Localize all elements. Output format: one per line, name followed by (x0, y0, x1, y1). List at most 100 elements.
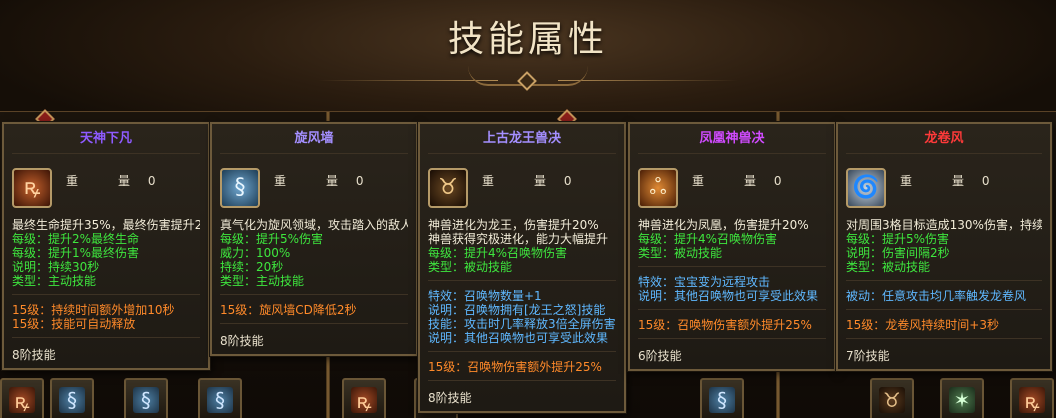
skill-tooltip-card: 龙卷风 🌀 重 量 0 对周围3格目标造成130%伤害，持续8秒 每级：提升5%… (836, 122, 1052, 371)
divider (220, 294, 408, 295)
skill-header: ♉ 重 量 0 (420, 154, 624, 216)
skill-lvl15: 15级：旋风墙CD降低2秒 (212, 301, 416, 317)
skill-name: 上古龙王兽决 (428, 124, 616, 154)
skill-weight: 重 量 0 (66, 174, 156, 188)
divider (12, 294, 200, 295)
dragon-king-icon: ♉ (879, 387, 905, 413)
skill-bonus: 15级：技能可自动释放 (12, 317, 136, 331)
skill-specials: 特效：召唤物数量+1 说明：召唤物拥有[龙王之怒]技能 技能：攻击时几率释放3倍… (420, 287, 624, 345)
divider (428, 280, 616, 281)
skill-slot[interactable]: § (50, 378, 94, 418)
divider (638, 309, 826, 310)
skill-effect: 神兽进化为凤凰，伤害提升20% (638, 218, 809, 232)
skill-effect: 真气化为旋风领域，攻击踏入的敌人 (220, 218, 408, 232)
skill-description: 对周围3格目标造成130%伤害，持续8秒 每级：提升5%伤害 说明：伤害间隔2秒… (838, 216, 1050, 274)
skill-name: 天神下凡 (12, 124, 200, 154)
skill-tier: 8阶技能 (220, 334, 264, 348)
skill-stat: 威力：100% (220, 246, 291, 260)
skill-special: 被动：任意攻击均几率触发龙卷风 (846, 289, 1027, 303)
skill-bonus: 15级：召唤物伤害额外提升25% (638, 318, 812, 332)
skill-bonus: 15级：持续时间额外增加10秒 (12, 303, 175, 317)
whirl-rune-icon: § (709, 387, 735, 413)
skill-lvl15: 15级：召唤物伤害额外提升25% (630, 316, 834, 332)
skill-slot[interactable]: § (198, 378, 242, 418)
skill-stat: 每级：提升5%伤害 (220, 232, 324, 246)
skill-stat: 每级：提升4%召唤物伤害 (638, 232, 778, 246)
divider (638, 266, 826, 267)
fire-rune-icon: ꝶ (12, 168, 52, 208)
skill-slot[interactable]: § (124, 378, 168, 418)
skill-header: ꝶ 重 量 0 (4, 154, 208, 216)
skill-weight: 重 量 0 (482, 174, 572, 188)
skill-stat: 每级：提升5%伤害 (846, 232, 950, 246)
title-ornament (318, 66, 738, 96)
skill-special: 说明：其他召唤物也可享受此效果 (638, 289, 819, 303)
skill-tooltip-card: 凤凰神兽决 ஃ 重 量 0 神兽进化为凤凰，伤害提升20% 每级：提升4%召唤物… (628, 122, 836, 371)
dragon-king-icon: ♉ (428, 168, 468, 208)
skill-stat: 说明：持续30秒 (12, 260, 100, 274)
fire-rune-icon: ꝶ (351, 387, 377, 413)
fire-rune-icon: ꝶ (9, 387, 35, 413)
divider (220, 323, 408, 324)
phoenix-icon: ஃ (638, 168, 678, 208)
skill-stat: 类型：被动技能 (638, 246, 723, 260)
skill-stat: 说明：伤害间隔2秒 (846, 246, 950, 260)
skill-slot[interactable]: ꝶ (0, 378, 44, 418)
skill-effect: 神兽进化为龙王，伤害提升20% (428, 218, 599, 232)
skill-lvl15: 15级：持续时间额外增加10秒 15级：技能可自动释放 (4, 301, 208, 331)
skill-special: 特效：召唤物数量+1 (428, 289, 542, 303)
skill-tooltip-card: 上古龙王兽决 ♉ 重 量 0 神兽进化为龙王，伤害提升20% 神兽获得究极进化，… (418, 122, 626, 413)
skill-stat: 类型：被动技能 (846, 260, 931, 274)
skill-name: 龙卷风 (846, 124, 1042, 154)
skill-tier: 7阶技能 (846, 349, 890, 363)
whirl-rune-icon: § (59, 387, 85, 413)
skill-slot[interactable]: ꝶ (342, 378, 386, 418)
skill-tier: 6阶技能 (638, 349, 682, 363)
skill-bonus: 15级：旋风墙CD降低2秒 (220, 303, 357, 317)
skill-tooltip-card: 天神下凡 ꝶ 重 量 0 最终生命提升35%，最终伤害提升25% 每级：提升2%… (2, 122, 210, 370)
skill-effect: 对周围3格目标造成130%伤害，持续8秒 (846, 218, 1042, 232)
skill-special: 说明：其他召唤物也可享受此效果 (428, 331, 609, 345)
skill-bonus: 15级：召唤物伤害额外提升25% (428, 360, 602, 374)
divider (638, 338, 826, 339)
skill-effect: 神兽获得究极进化，能力大幅提升 (428, 232, 609, 246)
tornado-icon: 🌀 (846, 168, 886, 208)
divider (428, 351, 616, 352)
skill-tooltip-card: 旋风墙 § 重 量 0 真气化为旋风领域，攻击踏入的敌人 每级：提升5%伤害 威… (210, 122, 418, 356)
skill-stat: 类型：主动技能 (12, 274, 97, 288)
skill-slot[interactable]: ♉ (870, 378, 914, 418)
skill-lvl15: 15级：召唤物伤害额外提升25% (420, 358, 624, 374)
skill-description: 最终生命提升35%，最终伤害提升25% 每级：提升2%最终生命 每级：提升1%最… (4, 216, 208, 288)
skill-slot[interactable]: ꝶ (1010, 378, 1054, 418)
skill-special: 特效：宝宝变为远程攻击 (638, 275, 771, 289)
skill-header: ஃ 重 量 0 (630, 154, 834, 216)
divider (846, 280, 1042, 281)
skill-name: 凤凰神兽决 (638, 124, 826, 154)
skill-specials: 特效：宝宝变为远程攻击 说明：其他召唤物也可享受此效果 (630, 273, 834, 303)
skill-effect: 最终生命提升35%，最终伤害提升25% (12, 218, 200, 232)
skill-special: 说明：召唤物拥有[龙王之怒]技能 (428, 303, 606, 317)
whirlwind-wall-icon: § (220, 168, 260, 208)
skill-stat: 类型：主动技能 (220, 274, 305, 288)
skill-slot[interactable]: § (700, 378, 744, 418)
skill-lvl15: 15级：龙卷风持续时间+3秒 (838, 316, 1050, 332)
skill-description: 神兽进化为凤凰，伤害提升20% 每级：提升4%召唤物伤害 类型：被动技能 (630, 216, 834, 260)
fire-rune-icon: ꝶ (1019, 387, 1045, 413)
divider (12, 337, 200, 338)
skill-header: 🌀 重 量 0 (838, 154, 1050, 216)
skill-stat: 类型：被动技能 (428, 260, 513, 274)
skill-stat: 持续：20秒 (220, 260, 284, 274)
page-title: 技能属性 (447, 19, 608, 60)
skill-slot[interactable]: ✶ (940, 378, 984, 418)
skill-tier: 8阶技能 (12, 348, 56, 362)
skill-weight: 重 量 0 (900, 174, 990, 188)
ornament-line-left (318, 80, 498, 81)
skill-bonus: 15级：龙卷风持续时间+3秒 (846, 318, 999, 332)
skill-description: 真气化为旋风领域，攻击踏入的敌人 每级：提升5%伤害 威力：100% 持续：20… (212, 216, 416, 288)
skill-special: 技能：攻击时几率释放3倍全屏伤害 (428, 317, 616, 331)
skill-name: 旋风墙 (220, 124, 408, 154)
whirl-rune-icon: § (133, 387, 159, 413)
skill-weight: 重 量 0 (692, 174, 782, 188)
whirl-rune-icon: § (207, 387, 233, 413)
skill-specials: 被动：任意攻击均几率触发龙卷风 (838, 287, 1050, 303)
